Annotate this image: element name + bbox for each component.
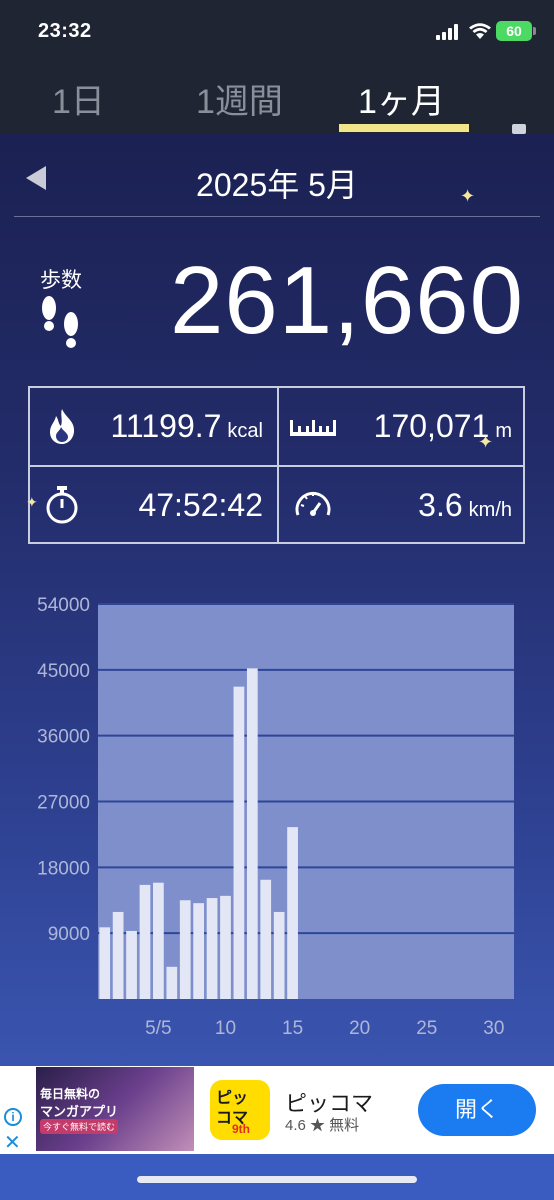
- chart-bar: [193, 903, 205, 999]
- divider: [14, 216, 540, 217]
- active-tab-indicator: [339, 124, 469, 132]
- battery-indicator: 60: [496, 21, 532, 41]
- chart-bar: [246, 668, 258, 999]
- ad-open-button[interactable]: 開く: [418, 1084, 536, 1136]
- chart-x-tick-label: 20: [349, 1018, 370, 1039]
- chart-bar: [179, 900, 191, 999]
- speed-cell: 3.6 km/h: [279, 467, 526, 544]
- home-indicator[interactable]: [137, 1176, 417, 1183]
- chart-bar: [233, 686, 245, 999]
- chart-y-tick-label: 18000: [37, 858, 90, 879]
- ad-info-icon[interactable]: i: [4, 1108, 22, 1126]
- distance-cell: 170,071 m: [279, 388, 526, 465]
- sparkle-decoration: ✦: [478, 432, 494, 452]
- steps-total: 261,660: [169, 247, 524, 354]
- ad-rating: 4.6 ★ 無料: [285, 1117, 360, 1134]
- speed-unit: km/h: [468, 499, 512, 521]
- chart-x-tick-label: 15: [282, 1018, 303, 1039]
- app-screen: 23:32 60 1日 1週間 1ヶ月 2025年 5月 歩数 261,660 …: [0, 0, 554, 1200]
- ad-banner-badge: 今すぐ無料で読む: [40, 1119, 119, 1134]
- chart-x-tick-label: 10: [215, 1018, 236, 1039]
- calories-value: 11199.7: [110, 408, 222, 444]
- period-tabs: 1日 1週間 1ヶ月: [0, 60, 554, 164]
- status-bar: 23:32 60: [0, 0, 554, 60]
- ad-close-icon[interactable]: ✕: [4, 1130, 21, 1155]
- main-panel: 2025年 5月 歩数 261,660 11199.7 kcal 170,071…: [0, 134, 554, 1066]
- tab-1week[interactable]: 1週間: [196, 74, 283, 123]
- calories-cell: 11199.7 kcal: [30, 388, 277, 465]
- ad-image[interactable]: 毎日無料の マンガアプリ 今すぐ無料で読む: [36, 1067, 194, 1151]
- fire-icon: [50, 409, 75, 444]
- chart-bar: [260, 879, 272, 999]
- sparkle-decoration: ✦: [460, 186, 476, 206]
- chart-y-tick-label: 36000: [37, 727, 90, 748]
- tab-1day[interactable]: 1日: [52, 74, 105, 123]
- app-icon-badge: 9th: [232, 1122, 250, 1136]
- tab-1month[interactable]: 1ヶ月: [358, 74, 445, 123]
- calories-unit: kcal: [227, 420, 263, 442]
- ad-banner-line2: マンガアプリ: [40, 1104, 119, 1119]
- signal-icon: [436, 24, 462, 40]
- battery-nub: [533, 27, 536, 35]
- ruler-icon: [290, 420, 336, 436]
- distance-unit: m: [495, 420, 512, 442]
- ad-app-icon[interactable]: ピッ コマ 9th: [210, 1080, 270, 1140]
- speedometer-icon: [295, 492, 331, 516]
- distance-value: 170,071: [373, 408, 490, 444]
- sparkle-decoration: ✦: [26, 494, 38, 510]
- chart-bar: [153, 882, 164, 999]
- monthly-steps-chart: 54000 45000 36000 27000 18000 9000 5/5 10 15 20 25…: [37, 595, 514, 1039]
- chart-bar: [206, 898, 218, 999]
- chart-bar: [112, 911, 124, 999]
- stopwatch-icon: [46, 486, 78, 524]
- chart-bar: [126, 930, 137, 999]
- footprints-icon: [42, 296, 78, 348]
- chart-bar: [220, 895, 231, 999]
- chart-bar: [99, 927, 111, 999]
- chart-bar: [287, 827, 298, 999]
- chart-y-tick-label: 9000: [48, 924, 90, 945]
- chart-y-tick-label: 54000: [37, 595, 90, 616]
- duration-value: 47:52:42: [138, 487, 263, 523]
- speed-value: 3.6: [418, 487, 463, 523]
- wifi-icon: [469, 23, 491, 39]
- chart-y-tick-label: 27000: [37, 793, 90, 814]
- chart-y-tick-label: 45000: [37, 661, 90, 682]
- ad-banner-line1: 毎日無料の: [40, 1087, 101, 1101]
- chart-bar: [166, 966, 178, 999]
- chart-bar: [139, 884, 151, 999]
- chart-x-tick-label: 5/5: [145, 1018, 171, 1039]
- chart-x-tick-label: 30: [483, 1018, 504, 1039]
- chart-bar: [273, 911, 285, 999]
- chart-x-tick-label: 25: [416, 1018, 437, 1039]
- stats-grid: 11199.7 kcal 170,071 m 47:52:42 3.6 km/h: [28, 386, 525, 544]
- status-time: 23:32: [38, 20, 92, 42]
- steps-label: 歩数: [40, 269, 82, 292]
- duration-cell: 47:52:42: [30, 467, 277, 544]
